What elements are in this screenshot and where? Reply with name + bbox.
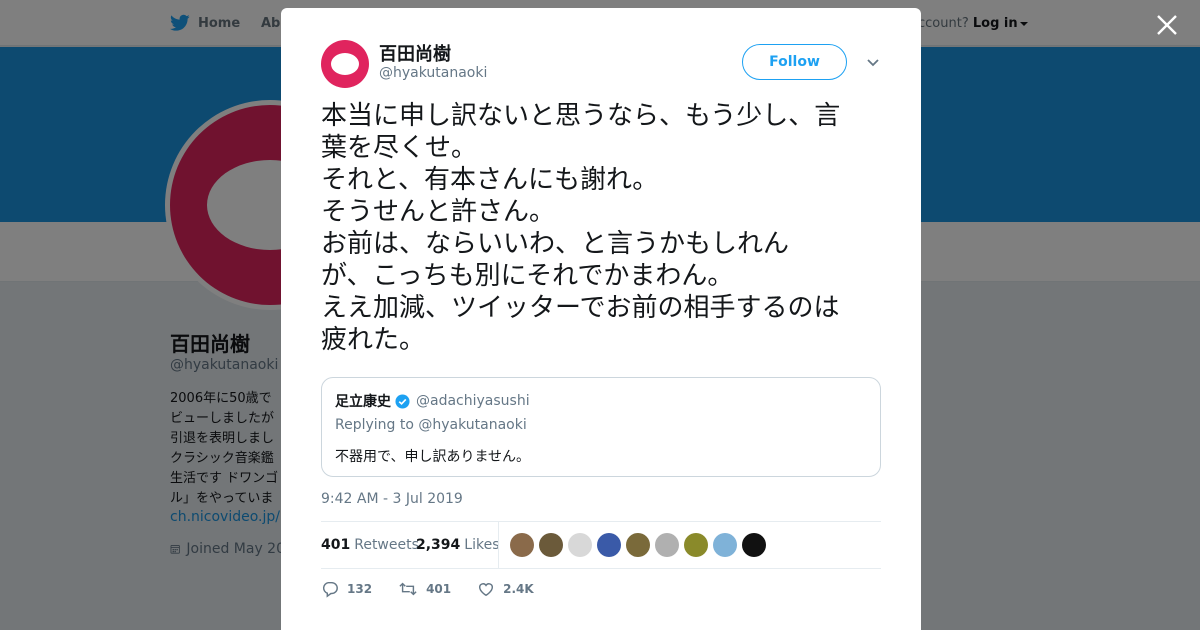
author-handle[interactable]: @hyakutanaoki xyxy=(379,65,487,81)
liker-avatar[interactable] xyxy=(742,533,766,557)
reply-button[interactable]: 132 xyxy=(321,580,372,598)
retweets-count: 401 xyxy=(321,537,351,553)
author-avatar[interactable] xyxy=(321,40,369,88)
retweet-button[interactable]: 401 xyxy=(398,580,451,598)
author-name[interactable]: 百田尚樹 xyxy=(379,40,451,66)
likes-label: Likes xyxy=(464,537,500,553)
quote-text: 不器用で、申し訳ありません。 xyxy=(335,449,531,465)
quote-author-handle: @adachiyasushi xyxy=(416,393,530,409)
likes-stat[interactable]: 2,394 Likes xyxy=(416,537,500,553)
retweets-label: Retweets xyxy=(354,537,419,553)
quoted-tweet[interactable]: 足立康史 @adachiyasushi Replying to @hyakuta… xyxy=(321,377,881,477)
like-button[interactable]: 2.4K xyxy=(477,580,534,598)
liker-avatar[interactable] xyxy=(655,533,679,557)
reply-icon xyxy=(322,581,338,598)
quote-replying-to: Replying to @hyakutanaoki xyxy=(335,417,527,433)
likes-count: 2,394 xyxy=(416,537,461,553)
follow-button[interactable]: Follow xyxy=(742,44,847,80)
quote-header: 足立康史 @adachiyasushi xyxy=(335,391,530,411)
liker-avatar[interactable] xyxy=(597,533,621,557)
liker-avatar[interactable] xyxy=(510,533,534,557)
tweet-timestamp[interactable]: 9:42 AM - 3 Jul 2019 xyxy=(321,491,463,507)
retweet-count: 401 xyxy=(426,582,452,596)
chevron-down-icon[interactable] xyxy=(865,56,881,70)
reply-count: 132 xyxy=(347,582,373,596)
verified-badge-icon xyxy=(395,393,410,409)
tweet-stats: 401 Retweets 2,394 Likes xyxy=(321,521,881,569)
liker-avatar[interactable] xyxy=(568,533,592,557)
liker-avatar[interactable] xyxy=(713,533,737,557)
close-icon[interactable] xyxy=(1154,12,1180,38)
retweets-stat[interactable]: 401 Retweets xyxy=(321,537,419,553)
tweet-text: 本当に申し訳ないと思うなら、もう少し、言 葉を尽くせ。 それと、有本さんにも謝れ… xyxy=(321,101,841,355)
liker-avatar[interactable] xyxy=(684,533,708,557)
tweet-actions: 132 401 2.4K xyxy=(321,580,560,598)
liker-avatar[interactable] xyxy=(626,533,650,557)
tweet-modal: 百田尚樹 @hyakutanaoki Follow 本当に申し訳ないと思うなら、… xyxy=(281,8,921,630)
heart-icon xyxy=(479,583,494,597)
liker-avatars xyxy=(510,533,766,557)
liker-avatar[interactable] xyxy=(539,533,563,557)
like-count: 2.4K xyxy=(503,582,534,596)
stats-divider xyxy=(498,522,499,568)
retweet-icon xyxy=(399,582,417,596)
quote-author-name: 足立康史 xyxy=(335,394,391,410)
